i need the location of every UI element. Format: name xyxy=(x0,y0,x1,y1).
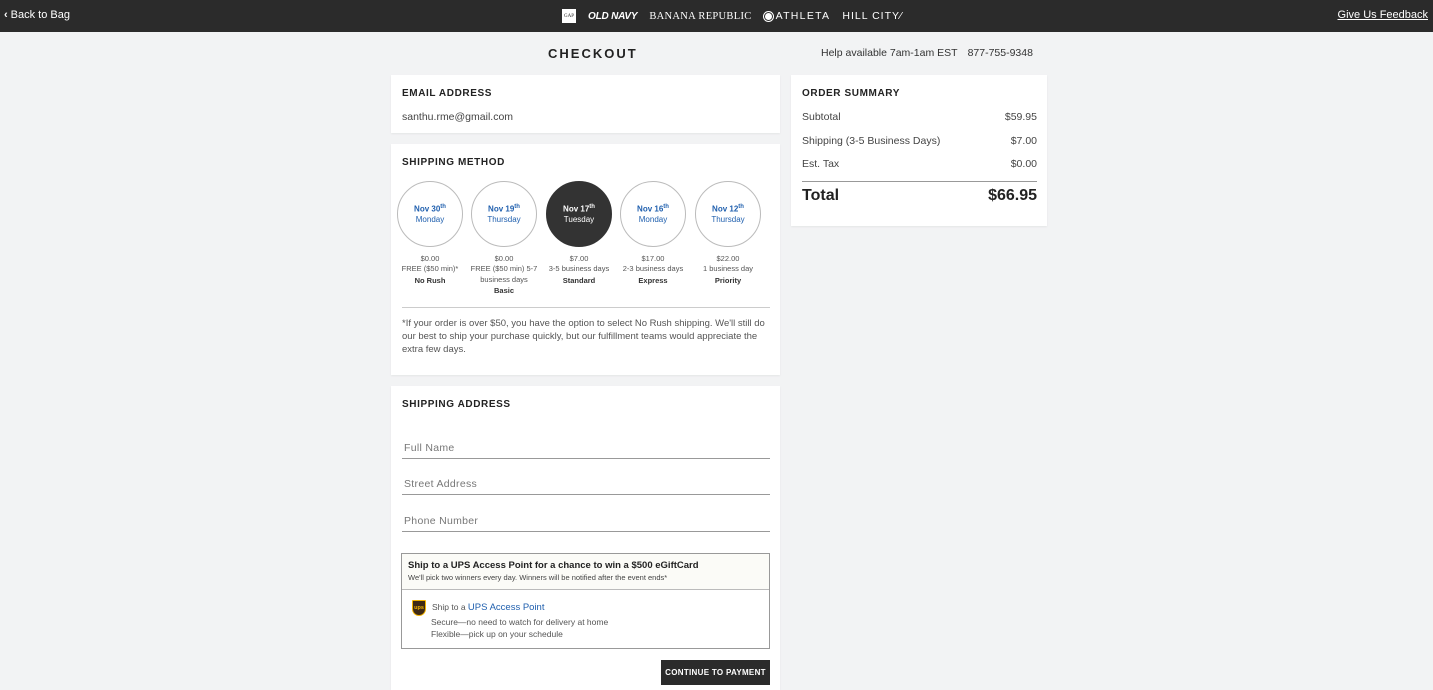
subtotal-row: Subtotal $59.95 xyxy=(802,111,1037,123)
continue-to-payment-button[interactable]: CONTINUE TO PAYMENT xyxy=(661,660,770,685)
top-bar: ‹ Back to Bag GAP OLD NAVY BANANA REPUBL… xyxy=(0,0,1433,32)
shipping-row: Shipping (3-5 Business Days) $7.00 xyxy=(802,135,1037,147)
shipping-option-circle[interactable]: Nov 16th Monday xyxy=(620,181,686,247)
street-address-input[interactable] xyxy=(402,473,770,495)
ups-benefit-flexible: Flexible—pick up on your schedule xyxy=(431,629,563,639)
divider xyxy=(402,307,770,308)
ups-promo-body: ups Ship to a UPS Access Point Secure—no… xyxy=(402,590,769,648)
tax-row: Est. Tax $0.00 xyxy=(802,158,1037,170)
shipping-name: Standard xyxy=(562,275,596,285)
page-title: CHECKOUT xyxy=(548,46,638,61)
shipping-desc: 2-3 business days xyxy=(622,264,684,273)
delivery-day: Tuesday xyxy=(563,214,595,224)
shipping-option-circle[interactable]: Nov 19th Thursday xyxy=(471,181,537,247)
shipping-desc: 3-5 business days xyxy=(548,264,610,273)
shipping-address-section: SHIPPING ADDRESS Ship to a UPS Access Po… xyxy=(391,386,780,690)
ups-access-point-promo: Ship to a UPS Access Point for a chance … xyxy=(401,553,770,649)
order-summary-title: ORDER SUMMARY xyxy=(802,88,900,99)
subtotal-label: Subtotal xyxy=(802,111,841,123)
shipping-address-title: SHIPPING ADDRESS xyxy=(402,399,511,410)
shipping-desc: FREE ($50 min) 5-7 business days xyxy=(470,264,538,284)
ups-benefits: Secure—no need to watch for delivery at … xyxy=(431,616,608,640)
delivery-day: Monday xyxy=(638,214,668,224)
shipping-desc: 1 business day xyxy=(702,264,754,273)
shipping-option-no-rush[interactable]: Nov 30th Monday $0.00 FREE ($50 min)* No… xyxy=(395,181,465,285)
shipping-name: Priority xyxy=(714,275,742,285)
shipping-option-priority[interactable]: Nov 12th Thursday $22.00 1 business day … xyxy=(693,181,763,285)
no-rush-note: *If your order is over $50, you have the… xyxy=(402,318,765,355)
email-section: EMAIL ADDRESS santhu.rme@gmail.com xyxy=(391,75,780,133)
subtotal-value: $59.95 xyxy=(1004,111,1037,123)
shipping-method-title: SHIPPING METHOD xyxy=(402,157,505,168)
back-to-bag-link[interactable]: ‹ Back to Bag xyxy=(4,9,70,21)
email-section-title: EMAIL ADDRESS xyxy=(402,88,493,99)
ups-promo-title: Ship to a UPS Access Point for a chance … xyxy=(408,560,699,571)
shipping-label: Shipping (3-5 Business Days) xyxy=(802,135,941,147)
shipping-price: $17.00 xyxy=(641,254,665,263)
order-summary-section: ORDER SUMMARY Subtotal $59.95 Shipping (… xyxy=(791,75,1047,226)
shipping-price: $22.00 xyxy=(716,254,740,263)
help-info: Help available 7am-1am EST 877-755-9348 xyxy=(821,47,1033,59)
delivery-day: Monday xyxy=(415,214,445,224)
shipping-option-express[interactable]: Nov 16th Monday $17.00 2-3 business days… xyxy=(618,181,688,285)
banana-republic-logo[interactable]: BANANA REPUBLIC xyxy=(649,11,751,22)
give-feedback-link[interactable]: Give Us Feedback xyxy=(1338,9,1428,21)
shipping-option-circle[interactable]: Nov 12th Thursday xyxy=(695,181,761,247)
shipping-price: $7.00 xyxy=(569,254,589,263)
shipping-name: Basic xyxy=(493,286,514,295)
shipping-name: No Rush xyxy=(414,275,446,285)
ups-promo-subtitle: We'll pick two winners every day. Winner… xyxy=(408,573,668,582)
shipping-option-circle[interactable]: Nov 17th Tuesday xyxy=(546,181,612,247)
shipping-option-standard[interactable]: Nov 17th Tuesday $7.00 3-5 business days… xyxy=(544,181,614,285)
delivery-date: Nov 30th xyxy=(414,204,446,214)
shipping-price: $0.00 xyxy=(420,254,440,263)
shipping-desc: FREE ($50 min)* xyxy=(401,264,459,273)
brand-logos: GAP OLD NAVY BANANA REPUBLIC ATHLETA HIL… xyxy=(562,8,903,24)
shipping-options: Nov 30th Monday $0.00 FREE ($50 min)* No… xyxy=(395,181,767,301)
hill-city-logo[interactable]: HILL CITY⁄ xyxy=(842,10,902,22)
gap-logo[interactable]: GAP xyxy=(562,9,576,23)
divider xyxy=(802,181,1037,182)
total-value: $66.95 xyxy=(988,187,1037,204)
shipping-method-section: SHIPPING METHOD Nov 30th Monday $0.00 FR… xyxy=(391,144,780,375)
shipping-option-circle[interactable]: Nov 30th Monday xyxy=(397,181,463,247)
tax-value: $0.00 xyxy=(1010,158,1037,170)
total-row: Total $66.95 xyxy=(802,187,1037,205)
delivery-date: Nov 12th xyxy=(712,204,744,214)
tax-label: Est. Tax xyxy=(802,158,840,170)
delivery-day: Thursday xyxy=(711,214,745,224)
shipping-name: Express xyxy=(638,275,668,285)
ups-logo-icon: ups xyxy=(412,600,426,616)
ups-ship-prefix: Ship to a xyxy=(432,602,468,612)
delivery-date: Nov 17th xyxy=(563,204,595,214)
shipping-value: $7.00 xyxy=(1010,135,1037,147)
help-hours: Help available 7am-1am EST xyxy=(821,47,958,59)
shipping-price: $0.00 xyxy=(494,254,514,263)
full-name-input[interactable] xyxy=(402,437,770,459)
back-to-bag-label: Back to Bag xyxy=(10,9,70,21)
total-label: Total xyxy=(802,187,840,204)
chevron-left-icon: ‹ xyxy=(4,9,8,21)
ups-promo-header: Ship to a UPS Access Point for a chance … xyxy=(402,554,769,590)
delivery-date: Nov 19th xyxy=(488,204,520,214)
shipping-option-basic[interactable]: Nov 19th Thursday $0.00 FREE ($50 min) 5… xyxy=(469,181,539,295)
delivery-date: Nov 16th xyxy=(637,204,669,214)
delivery-day: Thursday xyxy=(487,214,521,224)
ups-access-point-link[interactable]: UPS Access Point xyxy=(468,602,545,613)
ups-ship-to-line: Ship to a UPS Access Point xyxy=(432,602,544,613)
ups-benefit-secure: Secure—no need to watch for delivery at … xyxy=(431,617,609,627)
athleta-logo[interactable]: ATHLETA xyxy=(763,10,831,22)
phone-number-input[interactable] xyxy=(402,510,770,532)
athleta-label: ATHLETA xyxy=(775,10,831,22)
old-navy-logo[interactable]: OLD NAVY xyxy=(588,11,638,22)
athleta-emblem-icon xyxy=(763,11,773,21)
help-phone[interactable]: 877-755-9348 xyxy=(968,47,1033,59)
email-value: santhu.rme@gmail.com xyxy=(402,111,514,123)
